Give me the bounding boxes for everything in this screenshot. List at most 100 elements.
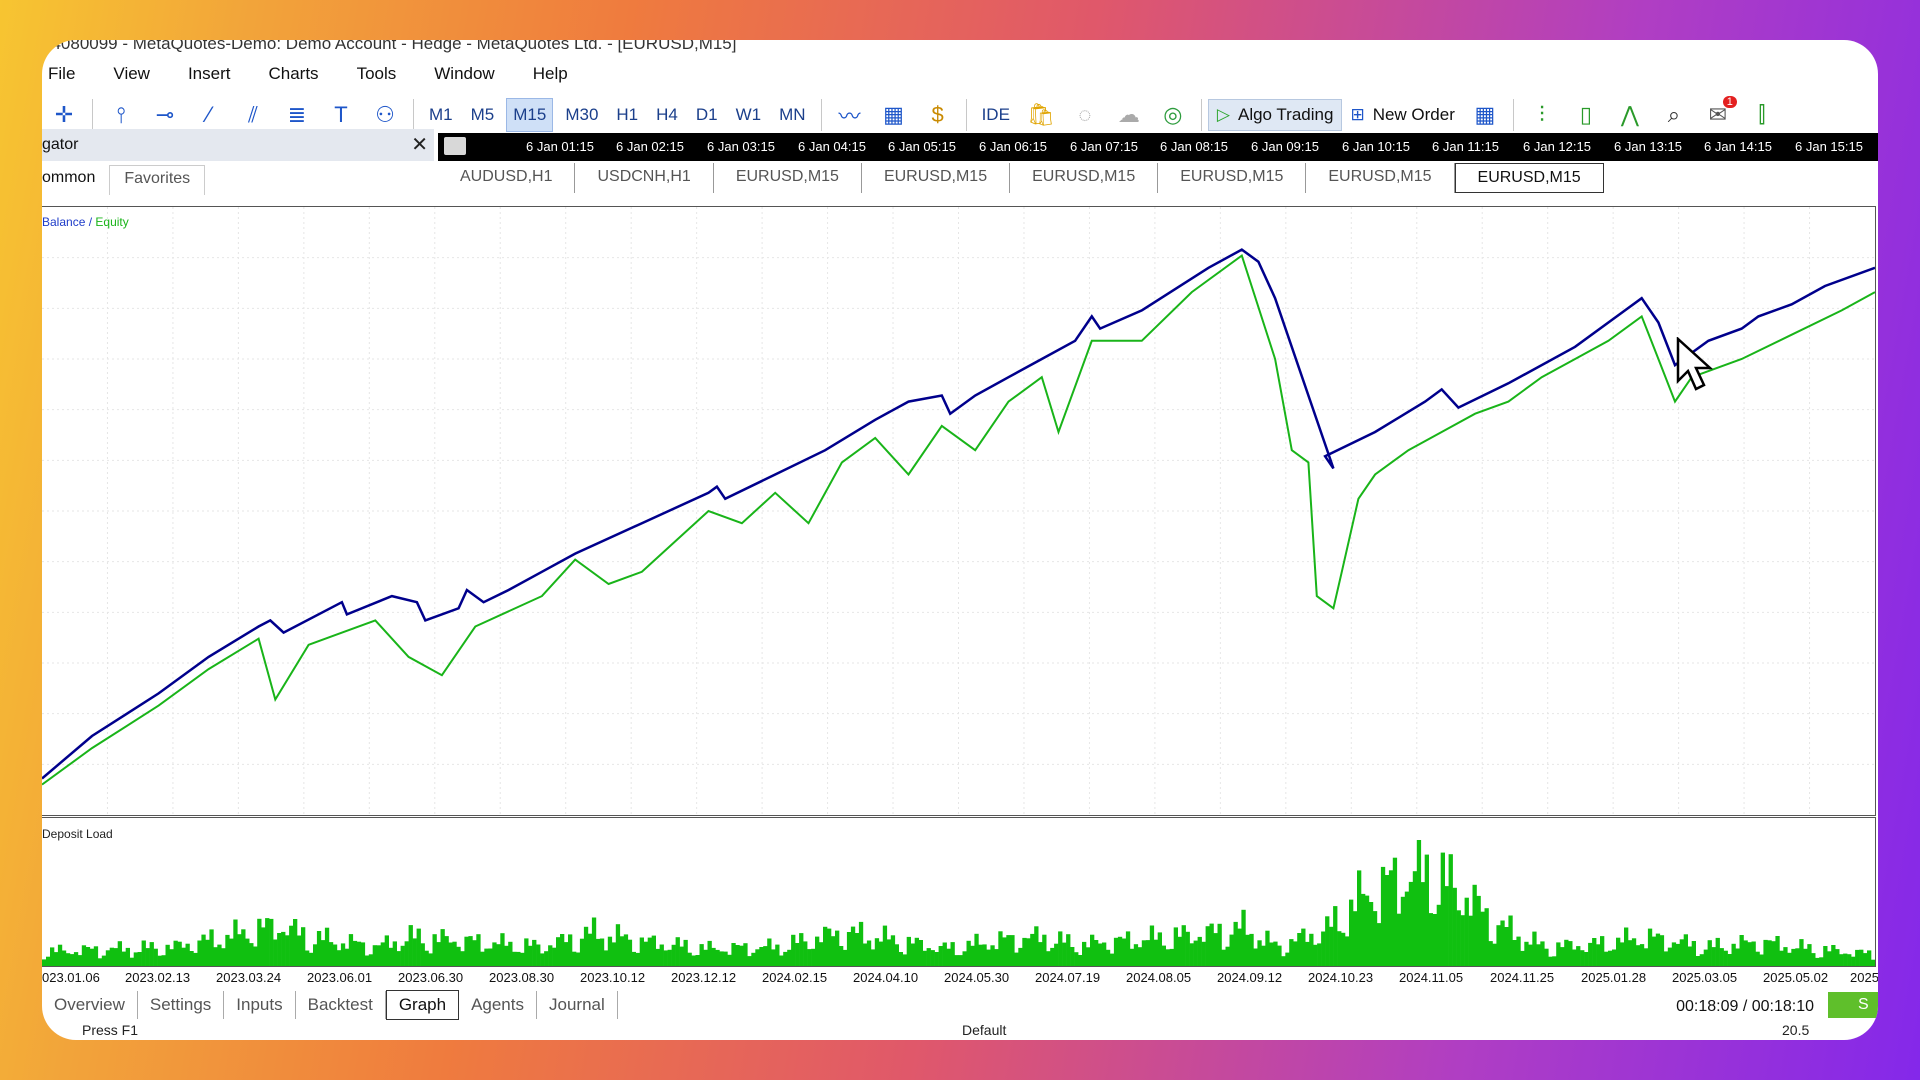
date-label: 2024.05.30 bbox=[944, 970, 1010, 985]
deposit-bar bbox=[1560, 947, 1565, 966]
timeframe-w1[interactable]: W1 bbox=[730, 99, 768, 131]
volumes-icon[interactable]: ⫿ bbox=[1745, 98, 1779, 132]
search-icon[interactable]: ⌕ bbox=[1657, 98, 1691, 132]
candlestick-icon[interactable]: ▯ bbox=[1569, 98, 1603, 132]
deposit-bar bbox=[635, 952, 640, 966]
ide-button[interactable]: IDE bbox=[976, 99, 1016, 131]
deposit-bar bbox=[1364, 895, 1370, 966]
deposit-bar bbox=[1014, 952, 1019, 966]
tab-favorites[interactable]: Favorites bbox=[109, 165, 206, 195]
deposit-bar bbox=[1863, 953, 1868, 966]
deposit-bar bbox=[1317, 943, 1322, 966]
deposit-bar bbox=[1771, 941, 1776, 966]
notifications-icon[interactable]: ✉ 1 bbox=[1701, 96, 1737, 132]
deposit-bar bbox=[1082, 941, 1087, 966]
timeframe-d1[interactable]: D1 bbox=[690, 99, 724, 131]
deposit-bar bbox=[400, 945, 405, 966]
deposit-bar bbox=[384, 935, 389, 966]
chart-tab[interactable]: EURUSD,M15 bbox=[862, 163, 1011, 193]
deposit-bar bbox=[1181, 925, 1186, 966]
deposit-bar bbox=[1165, 949, 1170, 966]
tab-backtest[interactable]: Backtest bbox=[296, 991, 386, 1019]
deposit-bar bbox=[831, 936, 836, 966]
deposit-bar bbox=[313, 944, 318, 966]
deposit-bar bbox=[1691, 941, 1696, 966]
text-icon[interactable]: T bbox=[324, 98, 358, 132]
tab-graph[interactable]: Graph bbox=[385, 990, 460, 1020]
deposit-bar bbox=[1715, 937, 1720, 966]
menu-window[interactable]: Window bbox=[434, 64, 494, 84]
chart-tab[interactable]: USDCNH,H1 bbox=[575, 163, 714, 193]
tab-agents[interactable]: Agents bbox=[459, 991, 537, 1019]
tile-windows-icon[interactable]: ▦ bbox=[1468, 98, 1502, 132]
deposit-bar bbox=[1496, 925, 1501, 966]
deposit-bar bbox=[1428, 913, 1433, 966]
timeframe-m5[interactable]: M5 bbox=[465, 99, 501, 131]
deposit-bar bbox=[1683, 934, 1688, 966]
shapes-icon[interactable]: ⚇ bbox=[368, 98, 402, 132]
deposit-bar bbox=[906, 936, 911, 966]
signals-icon[interactable]: ◌ bbox=[1068, 98, 1102, 132]
deposit-bar bbox=[675, 937, 680, 966]
indicators-icon[interactable]: 〰 bbox=[833, 98, 867, 132]
timeframe-m15[interactable]: M15 bbox=[506, 98, 554, 132]
menu-file[interactable]: File bbox=[48, 64, 75, 84]
timeframe-m1[interactable]: M1 bbox=[423, 99, 459, 131]
menu-tools[interactable]: Tools bbox=[357, 64, 397, 84]
chart-grid-icon[interactable] bbox=[444, 137, 466, 155]
menu-insert[interactable]: Insert bbox=[188, 64, 231, 84]
deposit-bar bbox=[687, 952, 692, 966]
dollar-icon[interactable]: $ bbox=[921, 98, 955, 132]
new-order-button[interactable]: ⊞ New Order bbox=[1342, 100, 1462, 130]
close-icon[interactable]: ✕ bbox=[411, 129, 428, 161]
menu-view[interactable]: View bbox=[113, 64, 150, 84]
deposit-bar bbox=[1412, 871, 1418, 966]
market-bag-icon[interactable]: 🛍 bbox=[1024, 98, 1058, 132]
tab-settings[interactable]: Settings bbox=[138, 991, 225, 1019]
tab-overview[interactable]: Overview bbox=[42, 991, 138, 1019]
chart-tab[interactable]: EURUSD,M15 bbox=[1010, 163, 1159, 193]
deposit-bar bbox=[783, 951, 788, 966]
vertical-line-icon[interactable]: ⫯ bbox=[104, 98, 138, 132]
deposit-bar bbox=[1592, 938, 1597, 966]
deposit-bar bbox=[1121, 938, 1127, 966]
deposit-bar bbox=[89, 948, 95, 966]
algo-trading-button[interactable]: ▷ Algo Trading bbox=[1207, 99, 1343, 131]
timeframe-h4[interactable]: H4 bbox=[650, 99, 684, 131]
channel-icon[interactable]: ⫽ bbox=[236, 98, 270, 132]
fibonacci-icon[interactable]: ≣ bbox=[280, 98, 314, 132]
deposit-bar bbox=[1145, 940, 1151, 966]
cloud-icon[interactable]: ☁ bbox=[1112, 98, 1146, 132]
timeframe-h1[interactable]: H1 bbox=[610, 99, 644, 131]
deposit-bar bbox=[1205, 926, 1210, 966]
deposit-bar bbox=[1361, 893, 1366, 966]
date-label: 2025.05.02 bbox=[1763, 970, 1829, 985]
timeframe-m30[interactable]: M30 bbox=[559, 99, 604, 131]
vps-icon[interactable]: ◎ bbox=[1156, 98, 1190, 132]
chart-tab[interactable]: EURUSD,M15 bbox=[1158, 163, 1307, 193]
tab-common[interactable]: ommon bbox=[42, 165, 109, 195]
deposit-bar bbox=[416, 928, 421, 966]
deposit-bar bbox=[1703, 949, 1708, 966]
chart-tab-active[interactable]: EURUSD,M15 bbox=[1454, 163, 1604, 193]
menu-help[interactable]: Help bbox=[533, 64, 568, 84]
deposit-bar bbox=[1739, 935, 1744, 966]
line-chart-icon[interactable]: ⋀ bbox=[1613, 98, 1647, 132]
tab-inputs[interactable]: Inputs bbox=[224, 991, 296, 1019]
chart-tab[interactable]: EURUSD,M15 bbox=[714, 163, 862, 193]
deposit-bar bbox=[1006, 935, 1011, 966]
templates-icon[interactable]: ▦ bbox=[877, 98, 911, 132]
timeframe-mn[interactable]: MN bbox=[773, 99, 811, 131]
chart-tab[interactable]: EURUSD,M15 bbox=[1306, 163, 1455, 193]
crosshair-icon[interactable]: ✛ bbox=[47, 98, 81, 132]
menu-charts[interactable]: Charts bbox=[268, 64, 318, 84]
trend-line-icon[interactable]: ⁄ bbox=[192, 98, 226, 132]
deposit-bar bbox=[835, 930, 840, 966]
chart-tab[interactable]: AUDUSD,H1 bbox=[438, 163, 576, 193]
tab-journal[interactable]: Journal bbox=[537, 991, 618, 1019]
horizontal-line-icon[interactable]: ⊸ bbox=[148, 98, 182, 132]
bar-chart-icon[interactable]: ⫶ bbox=[1525, 98, 1559, 132]
deposit-bar bbox=[683, 939, 688, 966]
deposit-bar bbox=[564, 942, 569, 966]
deposit-bar bbox=[528, 945, 533, 966]
